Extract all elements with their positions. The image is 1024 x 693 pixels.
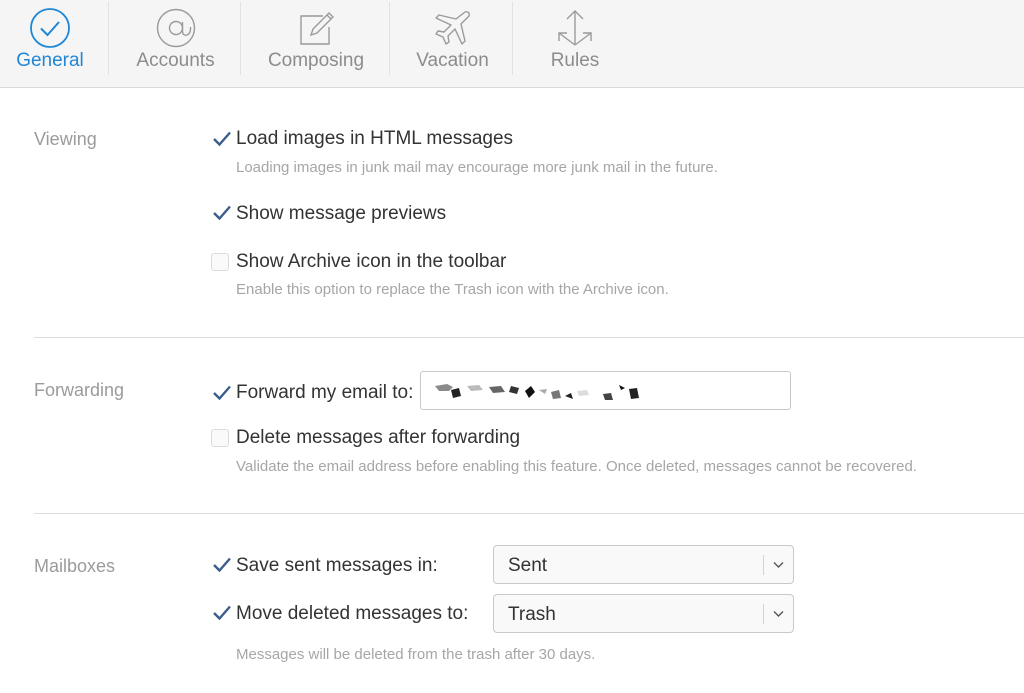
show-previews-label: Show message previews (236, 203, 447, 224)
delete-after-forwarding-label: Delete messages after forwarding (236, 427, 521, 448)
archive-icon-label: Show Archive icon in the toolbar (236, 251, 507, 272)
tab-general[interactable]: General (0, 0, 100, 87)
load-images-label: Load images in HTML messages (236, 128, 514, 149)
trash-mailbox-select[interactable]: Trash (493, 594, 794, 633)
tab-accounts[interactable]: Accounts (115, 0, 236, 87)
tab-label: Composing (267, 50, 365, 71)
tab-divider (108, 2, 109, 75)
tab-label: Vacation (416, 50, 489, 71)
checkmark-icon (213, 205, 231, 221)
chevron-down-icon (773, 611, 784, 617)
move-deleted-checkbox[interactable] (212, 604, 231, 622)
airplane-icon (432, 7, 474, 49)
section-title-forwarding: Forwarding (34, 380, 125, 400)
delete-after-forwarding-checkbox[interactable] (211, 429, 229, 447)
trash-retention-hint: Messages will be deleted from the trash … (236, 646, 596, 663)
load-images-hint: Loading images in junk mail may encourag… (236, 159, 718, 176)
tab-divider (240, 2, 241, 75)
tab-rules[interactable]: Rules (528, 0, 622, 87)
select-divider (763, 555, 764, 575)
checkmark-circle-icon (29, 7, 71, 49)
tab-divider (389, 2, 390, 75)
section-divider (34, 513, 1024, 514)
archive-icon-checkbox[interactable] (211, 253, 229, 271)
delete-after-forwarding-hint: Validate the email address before enabli… (236, 458, 917, 475)
save-sent-checkbox[interactable] (212, 556, 231, 574)
select-value: Sent (508, 555, 548, 576)
arrows-icon (554, 7, 596, 49)
preferences-toolbar: General Accounts Composing Vacation Rule… (0, 0, 1024, 88)
tab-vacation[interactable]: Vacation (398, 0, 507, 87)
tab-label: Accounts (136, 50, 215, 71)
save-sent-label: Save sent messages in: (236, 555, 438, 576)
chevron-down-icon (773, 562, 784, 568)
load-images-checkbox[interactable] (212, 130, 231, 148)
checkmark-icon (213, 557, 231, 573)
section-title-mailboxes: Mailboxes (34, 556, 116, 576)
forward-email-checkbox[interactable] (212, 384, 231, 402)
sent-mailbox-select[interactable]: Sent (493, 545, 794, 584)
tab-label: General (16, 50, 84, 71)
show-previews-checkbox[interactable] (212, 204, 231, 222)
checkmark-icon (213, 385, 231, 401)
select-divider (763, 604, 764, 624)
checkmark-icon (213, 605, 231, 621)
tab-composing[interactable]: Composing (249, 0, 383, 87)
section-title-viewing: Viewing (34, 129, 97, 149)
archive-icon-hint: Enable this option to replace the Trash … (236, 281, 669, 298)
move-deleted-label: Move deleted messages to: (236, 603, 469, 624)
redacted-email (435, 384, 639, 400)
checkmark-icon (213, 131, 231, 147)
tab-divider (512, 2, 513, 75)
at-sign-icon (155, 7, 197, 49)
compose-icon (295, 7, 337, 49)
forward-email-input[interactable] (420, 371, 791, 410)
select-value: Trash (508, 604, 556, 625)
section-divider (34, 337, 1024, 338)
forward-email-label: Forward my email to: (236, 382, 414, 403)
tab-label: Rules (550, 50, 600, 71)
